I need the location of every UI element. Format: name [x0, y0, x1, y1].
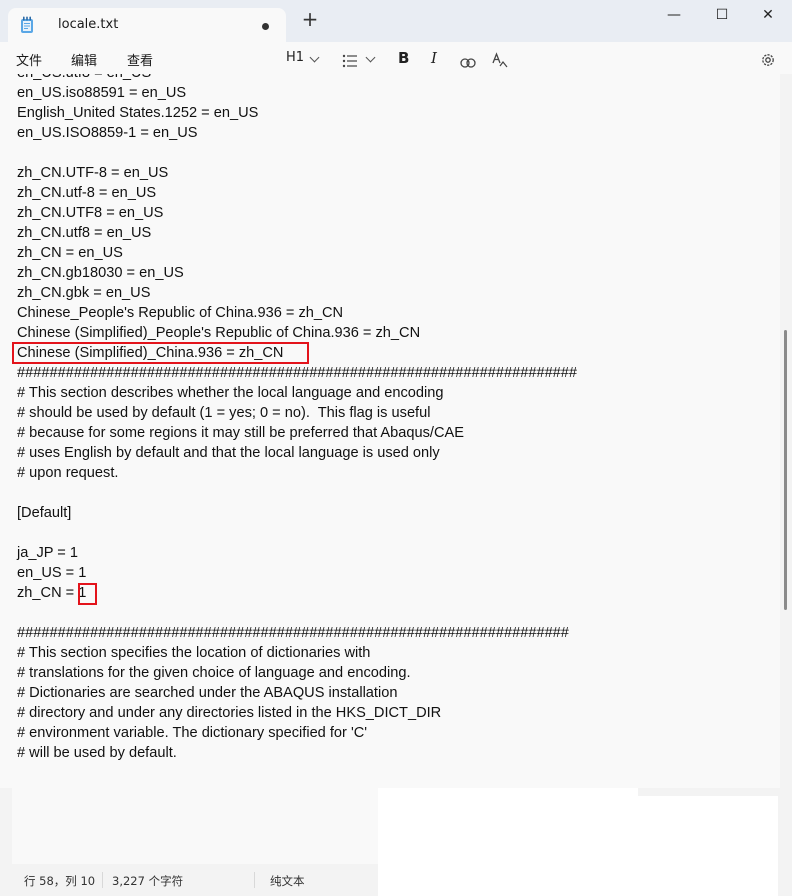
- menu-file[interactable]: 文件: [16, 50, 42, 69]
- editor-lines: en_US.utf8 = en_US en_US.iso88591 = en_US…: [17, 74, 577, 763]
- text-line: zh_CN = en_US: [17, 245, 123, 261]
- vertical-scrollbar[interactable]: [780, 74, 792, 864]
- text-line: zh_CN.UTF-8 = en_US: [17, 165, 169, 181]
- text-line: [17, 523, 577, 543]
- text-line: en_US.utf8 = en_US: [17, 74, 577, 83]
- text-line: ########################################…: [17, 365, 578, 381]
- text-line: # translations for the given choice of l…: [17, 665, 411, 681]
- text-line: # should be used by default (1 = yes; 0 …: [17, 405, 431, 421]
- text-line: zh_CN.gb18030 = en_US: [17, 265, 184, 281]
- text-line: # will be used by default.: [17, 745, 177, 761]
- character-count: 3,227 个字符: [112, 874, 184, 888]
- text-line: ########################################…: [17, 625, 569, 641]
- unsaved-dot-icon[interactable]: [262, 23, 269, 30]
- text-line: zh_CN.gbk = en_US: [17, 285, 151, 301]
- text-line: # Dictionaries are searched under the AB…: [17, 685, 398, 701]
- new-tab-button[interactable]: +: [300, 9, 320, 30]
- text-line: en_US.iso88591 = en_US: [17, 85, 187, 101]
- text-line: en_US = 1: [17, 565, 87, 581]
- close-button[interactable]: ✕: [748, 4, 788, 28]
- text-line: en_US.ISO8859-1 = en_US: [17, 125, 198, 141]
- minimize-button[interactable]: —: [654, 4, 694, 28]
- text-line: # environment variable. The dictionary s…: [17, 725, 368, 741]
- notepad-icon: [21, 16, 33, 33]
- text-line: Chinese (Simplified)_People's Republic o…: [17, 325, 421, 341]
- title-bar: locale.txt + — ☐ ✕: [0, 0, 792, 42]
- text-line: # upon request.: [17, 465, 119, 481]
- tab-locale-txt[interactable]: locale.txt: [8, 8, 286, 42]
- list-icon[interactable]: [342, 51, 358, 71]
- text-line: [17, 483, 577, 503]
- menu-view[interactable]: 查看: [127, 50, 153, 69]
- italic-button[interactable]: I: [431, 48, 437, 68]
- blank-area: [378, 788, 778, 896]
- text-line: # because for some regions it may still …: [17, 425, 464, 441]
- heading-dropdown[interactable]: H1: [286, 48, 304, 68]
- text-line: zh_CN.utf8 = en_US: [17, 225, 152, 241]
- link-icon[interactable]: [460, 53, 476, 73]
- cursor-position: 行 58，列 10: [24, 874, 96, 888]
- settings-icon[interactable]: [760, 50, 776, 70]
- text-line: # This section describes whether the loc…: [17, 385, 444, 401]
- highlight-box-encoding-line: [12, 342, 309, 364]
- text-line: zh_CN.utf-8 = en_US: [17, 185, 157, 201]
- editor-padding: [12, 788, 378, 864]
- text-line: # directory and under any directories li…: [17, 705, 442, 721]
- text-line: [Default]: [17, 505, 72, 521]
- text-editor[interactable]: en_US.utf8 = en_US en_US.iso88591 = en_US…: [0, 74, 780, 788]
- text-line: [17, 603, 577, 623]
- spellcheck-icon[interactable]: [492, 50, 508, 70]
- text-line: zh_CN = 1: [17, 585, 87, 601]
- text-line: zh_CN.UTF8 = en_US: [17, 205, 164, 221]
- text-line: ja_JP = 1: [17, 545, 78, 561]
- file-format[interactable]: 纯文本: [270, 873, 305, 889]
- menu-edit[interactable]: 编辑: [71, 50, 97, 69]
- blank-strip: [638, 788, 778, 796]
- chevron-down-icon: [365, 52, 376, 63]
- tab-title: locale.txt: [58, 17, 119, 32]
- status-separator: [102, 872, 103, 888]
- toolbar: 文件 编辑 查看 H1 B I: [0, 42, 792, 74]
- text-line: # This section specifies the location of…: [17, 645, 371, 661]
- chevron-down-icon: [309, 52, 320, 63]
- scrollbar-thumb[interactable]: [784, 330, 787, 610]
- text-line: # uses English by default and that the l…: [17, 445, 440, 461]
- text-line: Chinese_People's Republic of China.936 =…: [17, 305, 344, 321]
- text-line: [17, 143, 577, 163]
- status-separator: [254, 872, 255, 888]
- maximize-button[interactable]: ☐: [702, 4, 742, 28]
- highlight-box-zh-cn-value: [78, 583, 97, 605]
- text-line: English_United States.1252 = en_US: [17, 105, 259, 121]
- status-bar: 行 58，列 10 3,227 个字符 纯文本: [0, 864, 378, 896]
- bold-button[interactable]: B: [398, 48, 409, 68]
